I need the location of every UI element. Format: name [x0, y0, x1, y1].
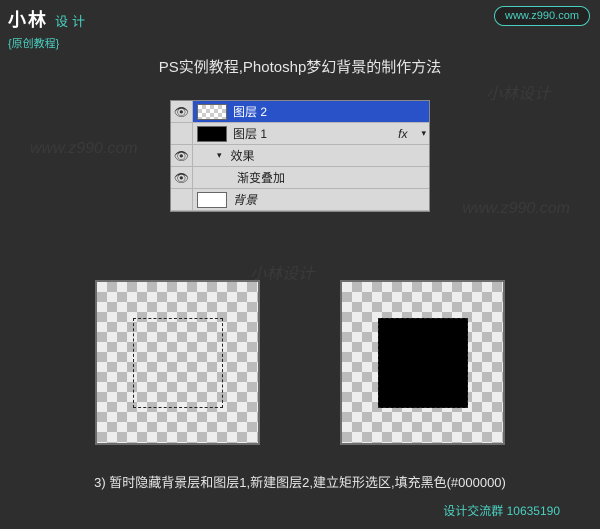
brand-subtitle: {原创教程} — [8, 35, 118, 51]
rect-selection — [133, 318, 223, 408]
site-url-badge[interactable]: www.z990.com — [494, 6, 590, 26]
visibility-toggle[interactable] — [171, 189, 193, 210]
layer-row[interactable]: 背景 — [171, 189, 429, 211]
watermark: 小林设计 — [486, 80, 550, 104]
watermark: www.z990.com — [30, 140, 138, 158]
visibility-toggle[interactable]: 👁 — [171, 101, 193, 122]
layer-name: 背景 — [233, 191, 257, 208]
layers-panel: 👁 图层 2 图层 1 fx ▾ 👁 ▾ 效果 👁 渐变叠加 背景 — [170, 100, 430, 212]
visibility-toggle[interactable]: 👁 — [171, 167, 193, 188]
layer-thumbnail — [197, 192, 227, 208]
layer-thumbnail — [197, 126, 227, 142]
page-title: PS实例教程,Photoshp梦幻背景的制作方法 — [0, 56, 600, 77]
layer-row[interactable]: 👁 图层 2 — [171, 101, 429, 123]
layer-name: 图层 1 — [233, 125, 267, 142]
eye-icon: 👁 — [174, 105, 189, 119]
canvas-preview-right — [340, 280, 505, 445]
visibility-toggle[interactable] — [171, 123, 193, 144]
rect-selection-filled — [378, 318, 468, 408]
layer-thumbnail — [197, 104, 227, 120]
canvas-preview-left — [95, 280, 260, 445]
brand-suffix: 设计 — [55, 14, 89, 29]
footer-contact: 设计交流群 10635190 — [443, 502, 560, 519]
eye-icon: 👁 — [174, 171, 189, 185]
watermark: www.z990.com — [462, 200, 570, 218]
chevron-down-icon: ▾ — [217, 150, 222, 161]
layer-effects-row[interactable]: 👁 ▾ 效果 — [171, 145, 429, 167]
step-caption: 3) 暂时隐藏背景层和图层1,新建图层2,建立矩形选区,填充黑色(#000000… — [0, 472, 600, 491]
fx-badge: fx — [398, 127, 407, 141]
eye-icon: 👁 — [174, 149, 189, 163]
effect-name: 渐变叠加 — [237, 169, 285, 186]
layer-effect-item[interactable]: 👁 渐变叠加 — [171, 167, 429, 189]
visibility-toggle[interactable]: 👁 — [171, 145, 193, 166]
effects-label: 效果 — [231, 147, 255, 164]
layer-name: 图层 2 — [233, 103, 267, 120]
brand-name: 小林 — [8, 10, 48, 30]
brand-logo: 小林 设计 {原创教程} — [8, 6, 118, 56]
preview-row — [0, 280, 600, 445]
layer-row[interactable]: 图层 1 fx ▾ — [171, 123, 429, 145]
chevron-down-icon[interactable]: ▾ — [421, 128, 426, 139]
